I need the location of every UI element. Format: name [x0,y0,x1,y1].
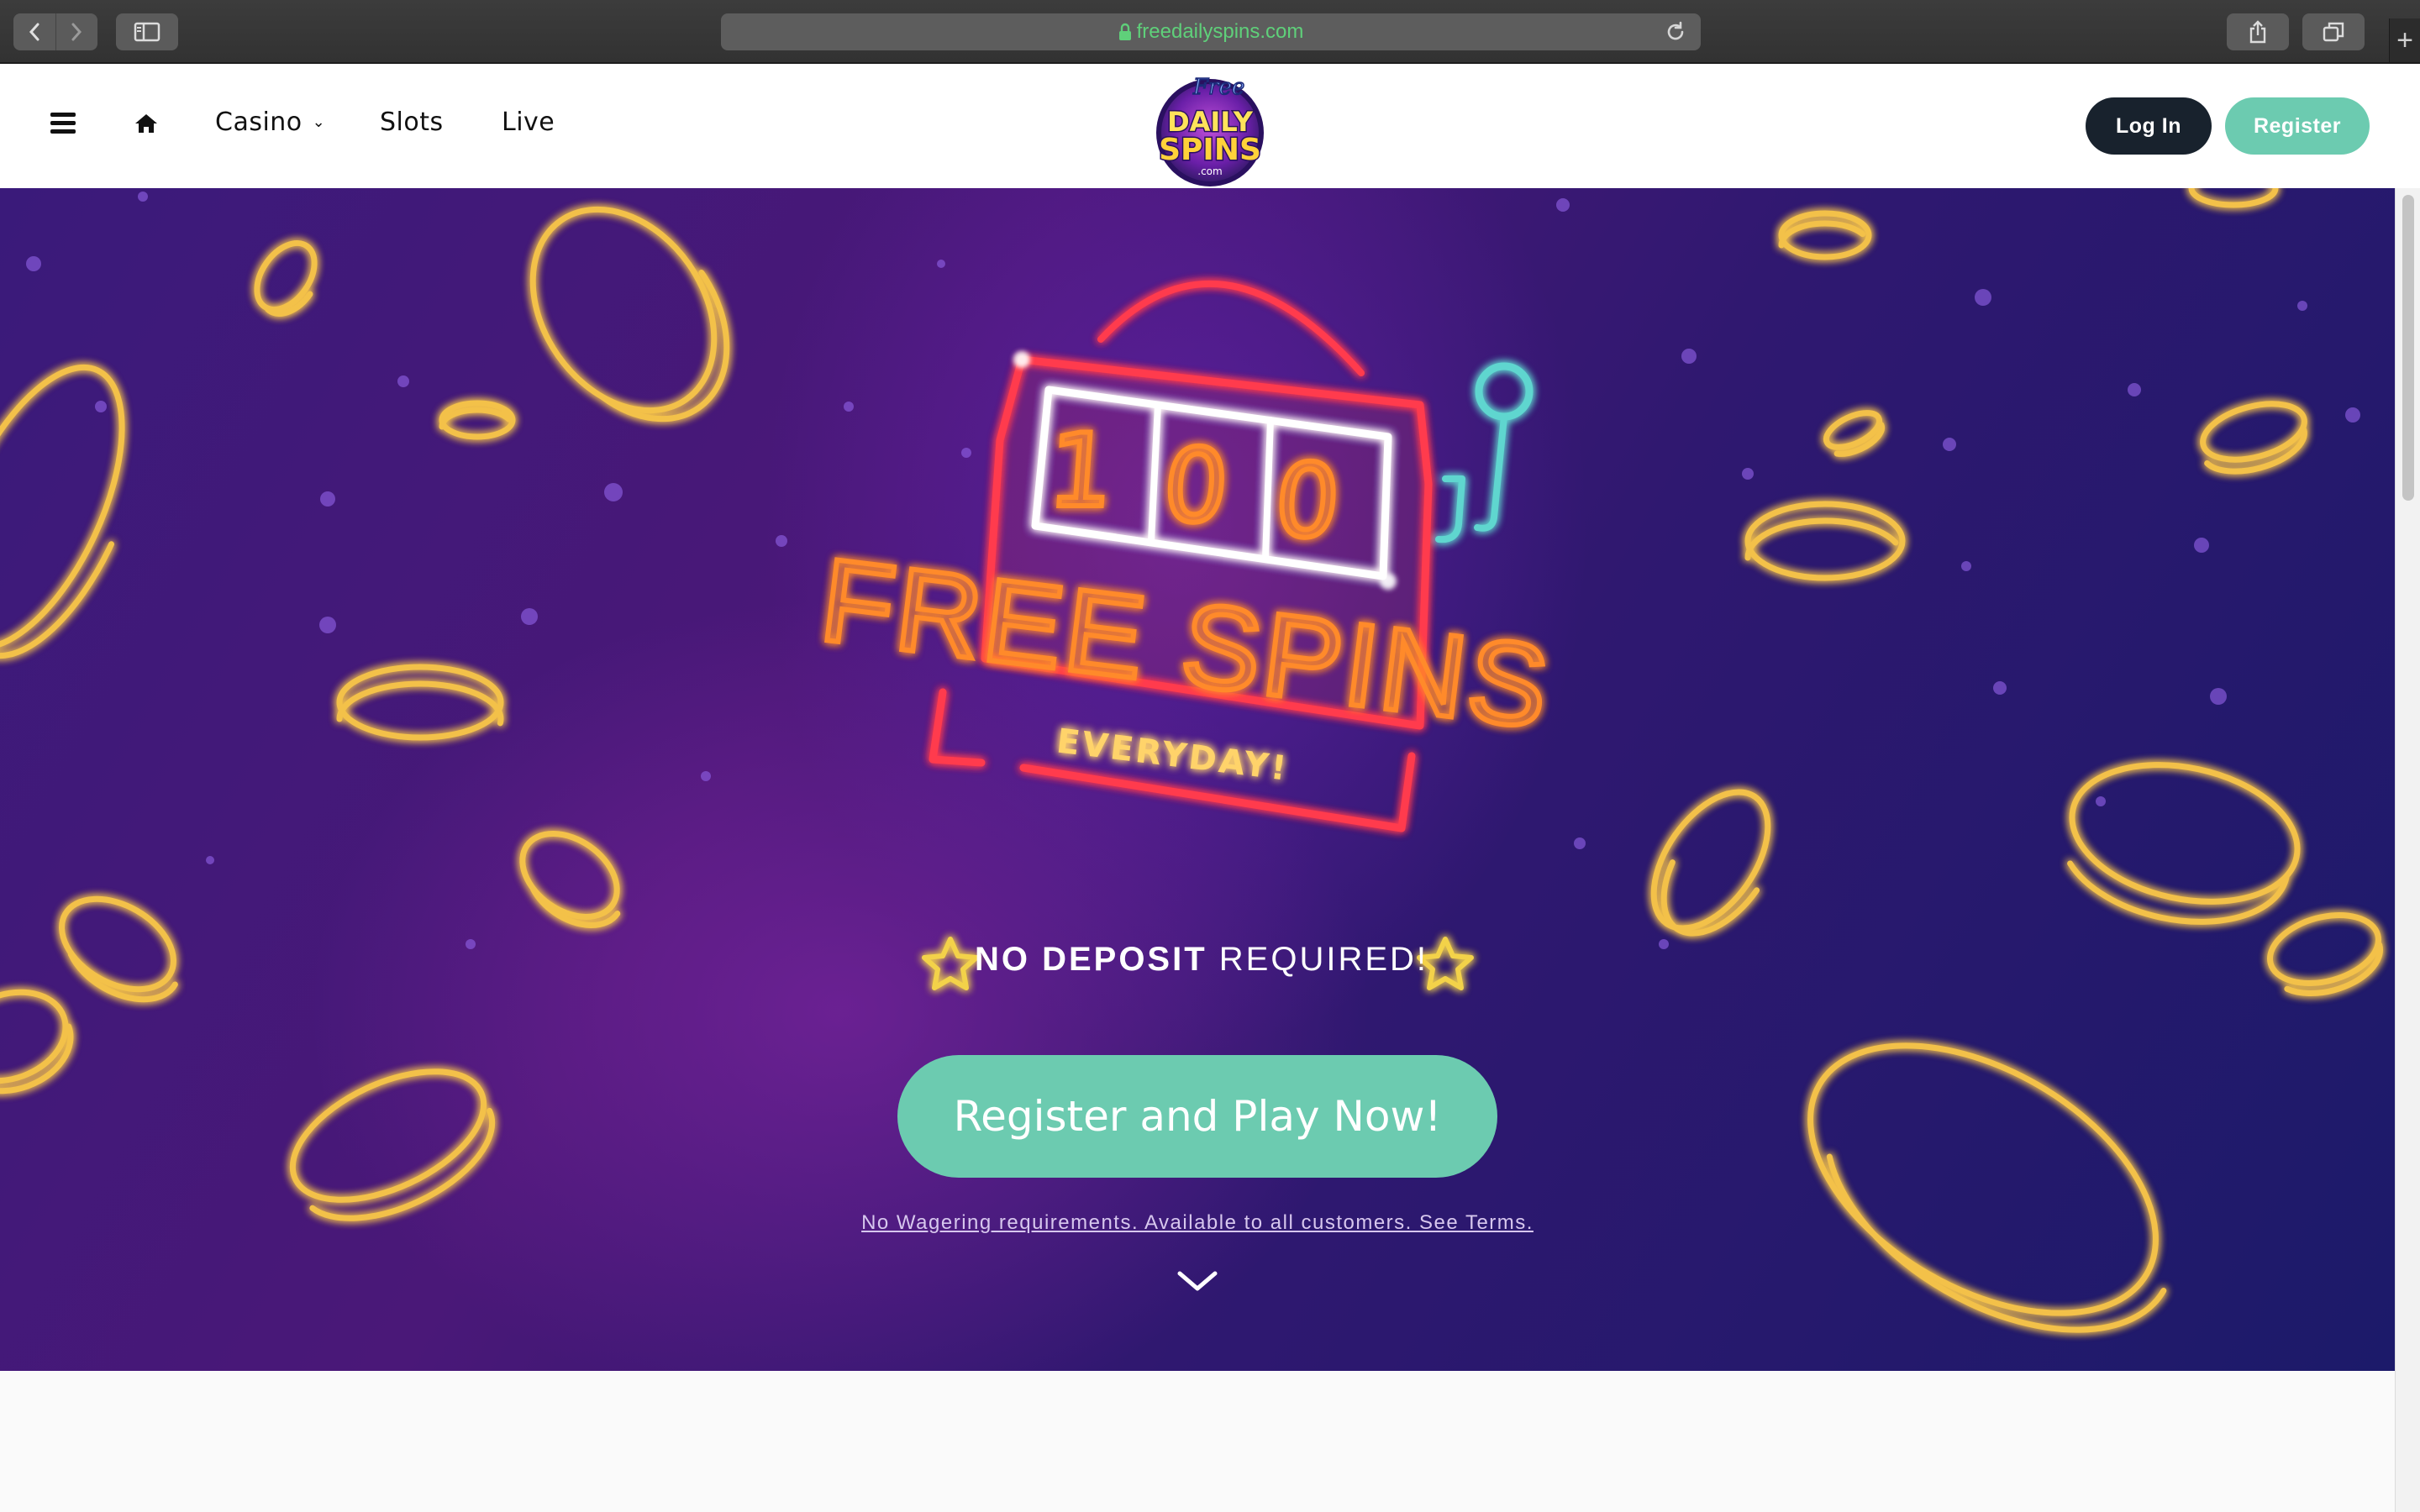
reel-digit-2: 0 [1160,428,1232,545]
hero-artwork: 1 0 0 FREE SPINS EVERYDAY! [0,188,2384,1333]
coin-8 [0,989,74,1095]
site-logo[interactable]: Free DAILY SPINS .com [1150,66,1270,188]
terms-link[interactable]: No Wagering requirements. Available to a… [756,1211,1639,1235]
coin-decorations [0,188,2384,1333]
coin-3 [439,400,516,447]
site-header: Casino ⌄ Slots Live Free DAILY SPINS .com… [0,64,2420,188]
content-area [0,1371,2395,1512]
coin-10 [1778,210,1872,270]
no-deposit-rest: REQUIRED! [1218,941,1429,978]
svg-text:.com: .com [1197,165,1222,177]
share-button[interactable] [2227,13,2289,50]
coin-4 [0,364,142,659]
url-text: freedailyspins.com [1136,20,1304,43]
chevron-down-icon: ⌄ [312,113,326,131]
history-buttons [13,13,97,50]
scrollbar-thumb[interactable] [2402,195,2414,501]
coin-2 [254,240,323,317]
coin-17 [2266,912,2384,996]
coin-5 [336,664,504,758]
reel-digit-1: 1 [1044,412,1117,530]
new-tab-button[interactable]: + [2389,18,2420,62]
no-deposit-bold: NO DEPOSIT [974,941,1207,978]
nav-live[interactable]: Live [502,108,555,137]
coin-9 [289,1068,496,1221]
nav-slots[interactable]: Slots [380,108,444,137]
scroll-down-icon[interactable] [1175,1267,1220,1295]
nav-casino-label: Casino [215,108,302,137]
coin-6 [519,831,625,928]
reload-icon[interactable] [1664,20,1687,44]
address-bar[interactable]: freedailyspins.com [721,13,1701,50]
register-play-button[interactable]: Register and Play Now! [897,1055,1497,1178]
coin-18 [1807,1042,2175,1333]
coin-1 [529,206,730,423]
sidebar-icon [134,22,160,42]
back-button[interactable] [13,13,55,50]
svg-text:SPINS: SPINS [1159,133,1261,167]
page-scrollbar[interactable] [2395,188,2420,1512]
coin-13 [2200,401,2307,475]
tabs-icon [2323,22,2344,42]
coin-14 [2188,188,2279,208]
browser-toolbar: freedailyspins.com + [0,0,2420,64]
share-icon [2249,20,2266,44]
login-button[interactable]: Log In [2086,97,2212,155]
chevron-right-icon [71,23,82,41]
nav-casino[interactable]: Casino ⌄ [215,108,325,137]
coin-7 [59,895,182,1003]
no-deposit-note: NO DEPOSIT REQUIRED! [924,941,1479,979]
svg-text:Free: Free [1192,75,1244,100]
home-icon[interactable] [134,113,158,134]
coin-16 [2059,762,2301,925]
coin-15 [1650,789,1781,937]
tabs-overview-button[interactable] [2302,13,2365,50]
menu-icon[interactable] [50,113,76,134]
coin-12 [1744,501,1906,598]
register-button[interactable]: Register [2225,97,2370,155]
reel-digit-3: 0 [1271,443,1344,560]
chevron-left-icon [29,23,39,41]
sidebar-toggle-button[interactable] [116,13,178,50]
coin-11 [1823,410,1886,457]
hero-banner: 1 0 0 FREE SPINS EVERYDAY! NO DEPOSIT RE… [0,188,2395,1371]
lock-icon [1118,23,1131,40]
forward-button[interactable] [55,13,98,50]
